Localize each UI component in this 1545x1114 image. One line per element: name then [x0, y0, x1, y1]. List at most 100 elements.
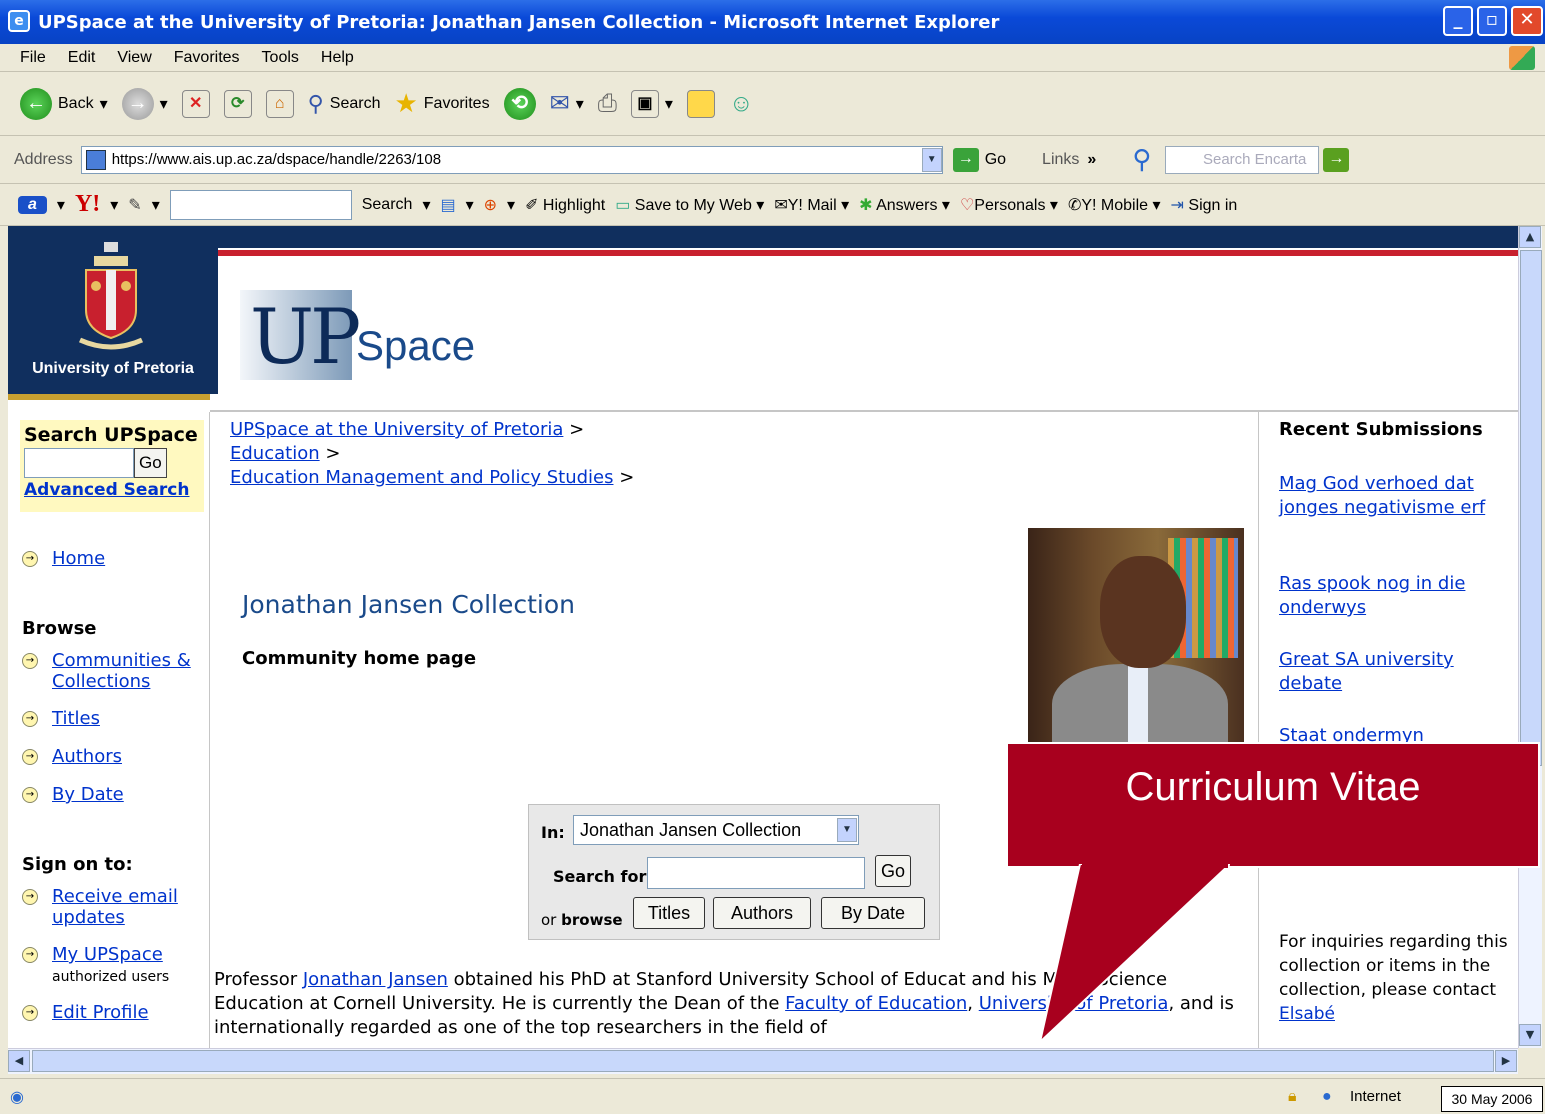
yahoo-search-button[interactable]: Search — [362, 196, 413, 214]
sidebar-item-titles[interactable]: → Titles — [22, 708, 100, 729]
sidebar-search: Search UPSpace Go Advanced Search — [20, 420, 204, 512]
address-input[interactable]: https://www.ais.up.ac.za/dspace/handle/2… — [80, 145, 943, 174]
highlight-button[interactable]: ✐ Highlight — [525, 195, 605, 215]
menu-edit[interactable]: Edit — [68, 49, 96, 67]
zone-label: Internet — [1350, 1088, 1401, 1105]
contact-link[interactable]: Elsabé — [1279, 1004, 1335, 1024]
sidebar-item-myupspace[interactable]: → My UPSpace authorized users — [22, 944, 169, 986]
aol-icon[interactable]: a — [18, 195, 47, 214]
jansen-link[interactable]: Jonathan Jansen — [303, 969, 448, 990]
favorites-button[interactable]: ★ Favorites — [394, 88, 489, 119]
save-web-button[interactable]: ▭ Save to My Web ▾ — [615, 195, 764, 215]
address-dropdown[interactable]: ▼ — [921, 147, 942, 172]
sidebar-item-receive[interactable]: → Receive email updates — [22, 886, 202, 928]
horizontal-scrollbar[interactable]: ◀ ▶ — [8, 1048, 1518, 1074]
messenger-button[interactable]: ☺ — [729, 90, 754, 118]
recent-submissions-heading: Recent Submissions — [1279, 419, 1483, 440]
sidebar-item-communities[interactable]: → Communities & Collections — [22, 650, 192, 692]
advanced-search-link[interactable]: Advanced Search — [24, 480, 200, 500]
sidebar-item-bydate[interactable]: → By Date — [22, 784, 124, 805]
edit-profile-link[interactable]: Edit Profile — [52, 1002, 149, 1023]
go-button[interactable]: → Go — [952, 147, 1006, 172]
menu-tools[interactable]: Tools — [262, 49, 299, 67]
search-for-input[interactable] — [647, 857, 865, 889]
face — [1100, 556, 1186, 668]
recent-item[interactable]: Great SA university debate — [1279, 648, 1509, 696]
arrow-bullet-icon: → — [22, 653, 38, 669]
links-label[interactable]: Links — [1042, 151, 1079, 169]
menu-file[interactable]: File — [20, 49, 46, 67]
ymail-button[interactable]: ✉Y! Mail ▾ — [774, 195, 849, 215]
browse-date-button[interactable]: By Date — [821, 897, 925, 929]
maximize-button[interactable]: ▫ — [1477, 6, 1507, 36]
encarta-go-icon[interactable]: → — [1323, 147, 1350, 172]
popup-blocker-icon[interactable]: ▤ — [440, 195, 455, 215]
red-divider — [218, 250, 1518, 256]
arrow-bullet-icon: → — [22, 787, 38, 803]
home-link[interactable]: Home — [52, 548, 105, 569]
edit-button[interactable]: ▣ ▾ — [630, 89, 673, 118]
answers-button[interactable]: ✱ Answers ▾ — [859, 195, 950, 215]
communities-link[interactable]: Communities & Collections — [52, 650, 192, 692]
bydate-link[interactable]: By Date — [52, 784, 124, 805]
discuss-button[interactable] — [686, 89, 715, 118]
faculty-link[interactable]: Faculty of Education — [785, 993, 967, 1014]
pencil-icon[interactable]: ✎ — [128, 195, 141, 215]
ie-icon: e — [8, 10, 30, 32]
page-subtitle: Community home page — [242, 648, 477, 669]
refresh-button[interactable]: ⟳ — [223, 89, 252, 118]
recent-item[interactable]: Mag God verhoed dat jonges negativisme e… — [1279, 472, 1509, 520]
mail-label: Y! Mail — [787, 196, 837, 214]
vertical-scroll-thumb[interactable] — [1520, 250, 1542, 766]
history-button[interactable]: ⟲ — [503, 87, 536, 120]
edit-icon: ▣ — [630, 89, 659, 118]
scroll-left-icon[interactable]: ◀ — [8, 1050, 30, 1072]
scroll-down-icon[interactable]: ▼ — [1519, 1024, 1541, 1046]
window-titlebar: e UPSpace at the University of Pretoria:… — [0, 0, 1545, 44]
authors-link[interactable]: Authors — [52, 746, 122, 767]
scroll-up-icon[interactable]: ▲ — [1519, 226, 1541, 248]
breadcrumb-item[interactable]: Education — [230, 443, 320, 464]
sidebar-item-edit[interactable]: → Edit Profile — [22, 1002, 149, 1023]
minimize-button[interactable]: _ — [1443, 6, 1473, 36]
yahoo-icon[interactable]: Y! — [75, 191, 100, 218]
sidebar-search-input[interactable] — [24, 448, 134, 478]
breadcrumb-item[interactable]: Education Management and Policy Studies — [230, 467, 613, 488]
recent-item[interactable]: Ras spook nog in die onderwys — [1279, 572, 1509, 620]
personals-button[interactable]: ♡Personals ▾ — [960, 195, 1058, 215]
browse-titles-button[interactable]: Titles — [633, 897, 705, 929]
myupspace-link[interactable]: My UPSpace — [52, 944, 163, 965]
upspace-logo[interactable]: UP — [240, 290, 361, 381]
sidebar-go-button[interactable]: Go — [134, 448, 167, 478]
menu-view[interactable]: View — [117, 49, 151, 67]
menu-favorites[interactable]: Favorites — [174, 49, 240, 67]
menu-help[interactable]: Help — [321, 49, 354, 67]
back-button[interactable]: ← Back ▾ — [20, 87, 108, 120]
encarta-search-input[interactable]: Search Encarta — [1165, 145, 1320, 174]
breadcrumb-item[interactable]: UPSpace at the University of Pretoria — [230, 419, 563, 440]
vertical-scrollbar[interactable]: ▲ ▼ — [1518, 226, 1542, 1048]
university-logo-block[interactable]: University of Pretoria — [8, 226, 218, 394]
sidebar-item-authors[interactable]: → Authors — [22, 746, 122, 767]
receive-link[interactable]: Receive email updates — [52, 886, 202, 928]
forward-button[interactable]: → ▾ — [121, 87, 168, 120]
stop-button[interactable]: ✕ — [181, 89, 210, 118]
home-button[interactable]: ⌂ — [265, 89, 294, 118]
collection-go-button[interactable]: Go — [875, 855, 911, 887]
print-button[interactable]: ⎙ — [598, 90, 617, 118]
titles-link[interactable]: Titles — [52, 708, 100, 729]
close-button[interactable]: ✕ — [1511, 6, 1543, 36]
chevron-right-icon[interactable]: » — [1087, 151, 1096, 169]
signin-button[interactable]: ⇥ Sign in — [1171, 195, 1238, 215]
sidebar-item-home[interactable]: → Home — [22, 548, 105, 569]
target-icon[interactable]: ⊕ — [484, 195, 497, 215]
browse-authors-button[interactable]: Authors — [713, 897, 811, 929]
mobile-button[interactable]: ✆Y! Mobile ▾ — [1068, 195, 1161, 215]
search-button[interactable]: ⚲ Search — [308, 91, 381, 117]
scroll-right-icon[interactable]: ▶ — [1495, 1050, 1517, 1072]
horizontal-scroll-thumb[interactable] — [32, 1050, 1494, 1072]
yahoo-search-input[interactable] — [169, 189, 352, 220]
mail-button[interactable]: ✉ ▾ — [550, 89, 584, 118]
highlight-icon: ✐ — [525, 196, 539, 214]
collection-select[interactable]: Jonathan Jansen Collection ▼ — [573, 815, 859, 845]
